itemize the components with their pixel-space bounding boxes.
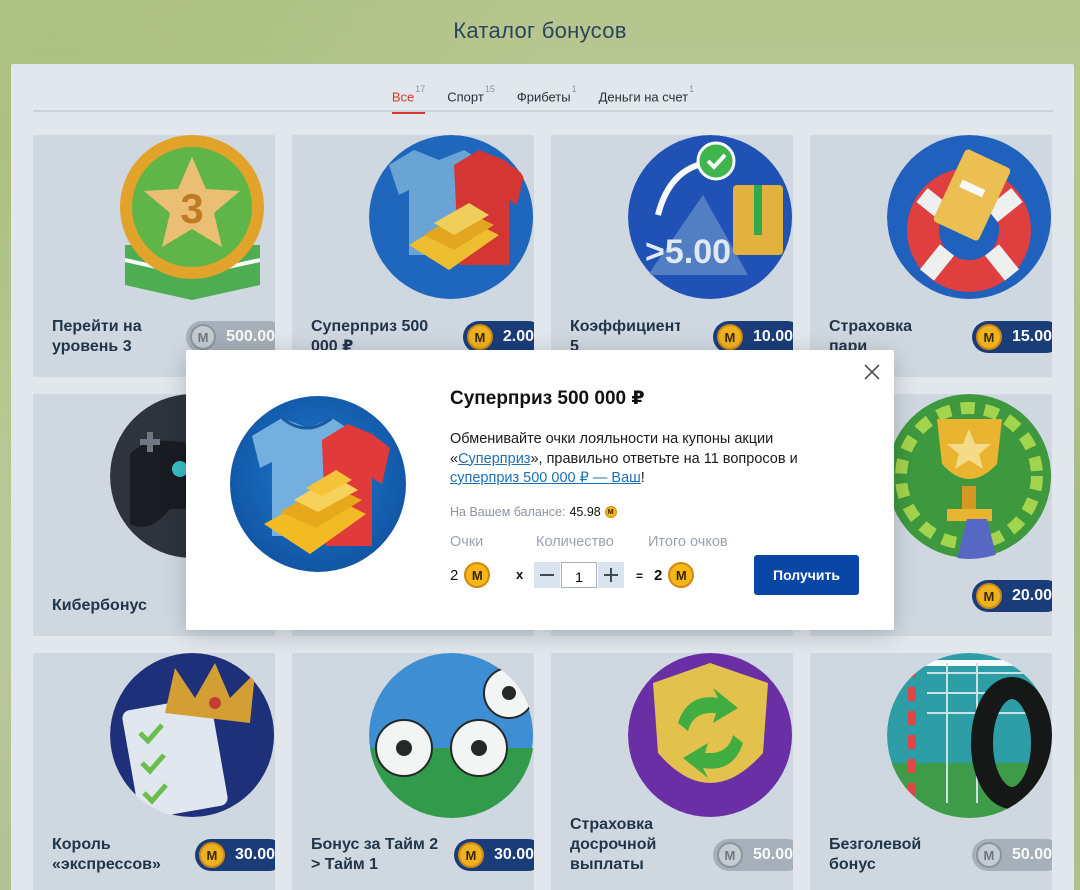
get-bonus-button[interactable]: Получить [754,555,859,595]
col-label-points: Очки [450,534,484,550]
multiply-sign: x [516,567,524,582]
points-per-item: 2 М [450,561,491,589]
superprize-rules-link[interactable]: суперприз 500 000 ₽ — Ваш [450,470,641,486]
desc-text: », правильно ответьте на 11 вопросов и [530,450,798,467]
quantity-stepper [534,561,624,589]
total-points: 2 М [654,561,695,589]
jerseys-gold-bars-icon [252,416,390,554]
modal-title: Суперприз 500 000 ₽ [450,388,645,409]
points-value: 2 [450,566,459,584]
close-icon [864,364,880,380]
loyalty-coin-icon: М [604,506,617,518]
loyalty-coin-icon: М [464,562,491,588]
quantity-input[interactable] [561,562,597,588]
balance-value: 45.98 [569,505,601,519]
modal-description: Обменивайте очки лояльности на купоны ак… [450,430,850,489]
bonus-modal: Суперприз 500 000 ₽ Обменивайте очки лоя… [186,350,894,630]
minus-icon [540,574,554,576]
modal-bonus-image [230,396,406,572]
col-label-total: Итого очков [648,534,728,550]
total-value: 2 [654,566,663,584]
loyalty-coin-icon: М [668,562,695,588]
plus-icon [604,568,618,582]
close-button[interactable] [862,362,882,382]
col-label-quantity: Количество [536,534,614,550]
superprize-link[interactable]: Суперприз [458,451,530,467]
desc-text: ! [640,470,645,486]
increment-button[interactable] [598,562,624,588]
decrement-button[interactable] [534,562,560,588]
balance-info: На Вашем балансе: 45.98 М [450,505,617,519]
balance-label: На Вашем балансе: [450,505,566,519]
equals-sign: = [636,569,644,583]
